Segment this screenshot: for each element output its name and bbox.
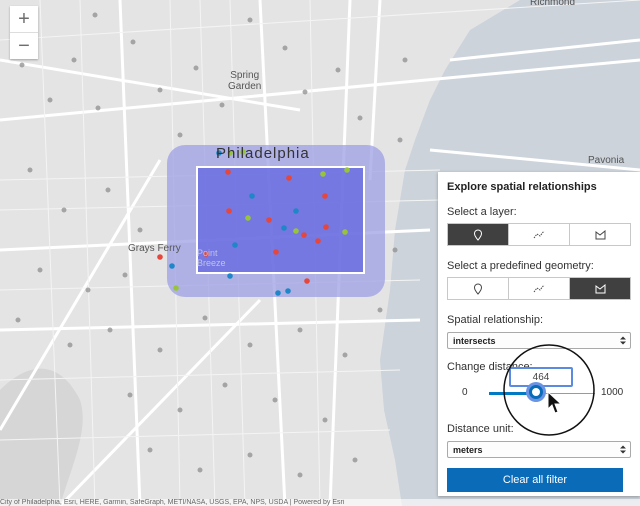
polygon-icon	[595, 283, 605, 293]
unit-select[interactable]: meters	[447, 441, 631, 458]
geometry-label: Select a predefined geometry:	[447, 260, 594, 272]
geometry-polygon-button[interactable]	[569, 278, 630, 299]
layer-label: Select a layer:	[447, 206, 517, 218]
layer-polygon-button[interactable]	[569, 224, 630, 245]
point-icon	[473, 228, 483, 241]
zoom-in-button[interactable]: +	[10, 6, 38, 32]
relationship-value: intersects	[453, 335, 496, 346]
unit-value: meters	[453, 444, 483, 455]
point-icon	[473, 282, 483, 295]
map-label-philadelphia: Philadelphia	[216, 145, 310, 162]
select-arrows-icon	[620, 336, 626, 345]
spatial-relationships-panel: Explore spatial relationships Select a l…	[438, 172, 640, 496]
distance-max-label: 1000	[601, 387, 624, 398]
polyline-icon	[533, 230, 545, 238]
click-highlight-circle	[503, 344, 595, 436]
map-label-richmond: Richmond	[530, 0, 576, 8]
zoom-out-button[interactable]: −	[10, 32, 38, 59]
geometry-selector	[447, 277, 631, 300]
zoom-control: + −	[10, 6, 38, 59]
map-attribution: City of Philadelphia, Esri, HERE, Garmin…	[0, 499, 640, 506]
map-label-spring-garden: Spring Garden	[228, 70, 262, 92]
layer-polyline-button[interactable]	[508, 224, 569, 245]
layer-selector	[447, 223, 631, 246]
map-label-grays-ferry: Grays Ferry	[128, 243, 181, 254]
cursor-arrow-icon	[547, 391, 563, 414]
distance-slider: 0 1000 464	[447, 344, 631, 436]
park-area	[0, 368, 83, 506]
map-label-pavonia: Pavonia	[588, 155, 625, 166]
panel-title: Explore spatial relationships	[447, 181, 597, 193]
geometry-polyline-button[interactable]	[508, 278, 569, 299]
layer-point-button[interactable]	[448, 224, 508, 245]
select-arrows-icon	[620, 445, 626, 454]
relationship-label: Spatial relationship:	[447, 314, 544, 326]
clear-all-filter-button[interactable]: Clear all filter	[447, 468, 623, 492]
distance-min-label: 0	[462, 387, 468, 398]
map-label-point-breeze: Point Breeze	[197, 248, 226, 268]
polyline-icon	[533, 284, 545, 292]
polygon-icon	[595, 229, 605, 239]
geometry-point-button[interactable]	[448, 278, 508, 299]
